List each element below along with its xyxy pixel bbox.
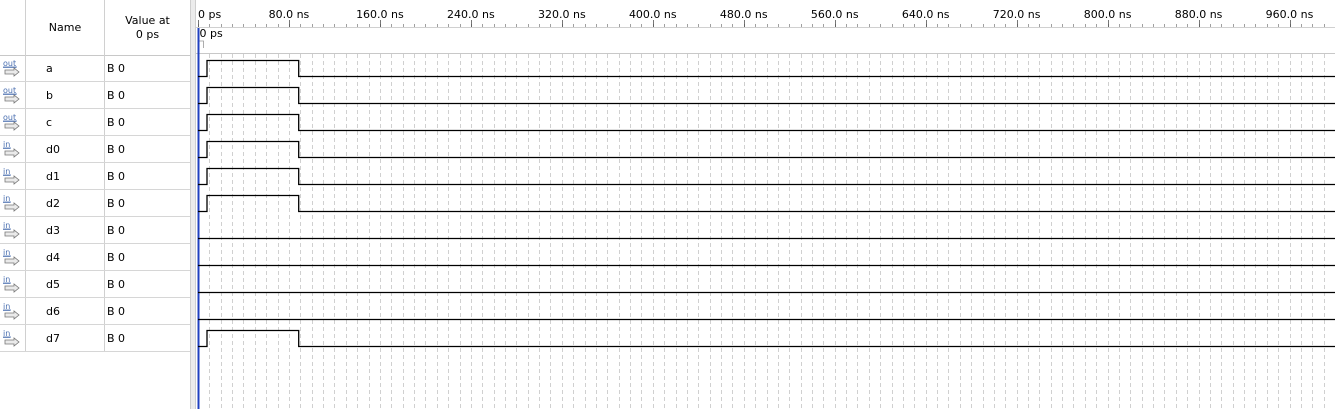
signal-name: a — [46, 62, 53, 75]
value-column-label-line1: Value at — [125, 13, 170, 27]
ruler-tick-label: 880.0 ns — [1175, 8, 1223, 21]
ruler-tick-label: 320.0 ns — [538, 8, 586, 21]
output-pin-icon: out — [2, 58, 22, 78]
signal-name: b — [46, 89, 53, 102]
ruler-tick-label: 480.0 ns — [720, 8, 768, 21]
value-column-header[interactable]: Value at 0 ps — [105, 0, 190, 55]
signal-name: d3 — [46, 224, 60, 237]
signal-value: B 0 — [107, 62, 126, 75]
signal-row[interactable]: out a B 0 — [0, 55, 190, 82]
ruler-tick-label: 80.0 ns — [269, 8, 310, 21]
waveform-area[interactable]: 0 ps 80.0 ns 160.0 ns 240.0 ns 320.0 ns 400.0… — [196, 0, 1335, 409]
signal-list-panel: Name Value at 0 ps out a B 0 out b B 0 out c B 0… — [0, 0, 190, 409]
ruler-tick-label: 960.0 ns — [1266, 8, 1314, 21]
ruler-tick-label: 240.0 ns — [447, 8, 495, 21]
signal-row[interactable]: out b B 0 — [0, 82, 190, 109]
signal-value: B 0 — [107, 278, 126, 291]
input-pin-icon: in — [2, 193, 22, 213]
ruler-tick-label: 400.0 ns — [629, 8, 677, 21]
ruler-tick-label: 800.0 ns — [1084, 8, 1132, 21]
signal-row[interactable]: in d7 B 0 — [0, 325, 190, 352]
ruler-tick-label: 560.0 ns — [811, 8, 859, 21]
signal-name: d5 — [46, 278, 60, 291]
output-pin-icon: out — [2, 85, 22, 105]
input-pin-icon: in — [2, 139, 22, 159]
input-pin-icon: in — [2, 247, 22, 267]
ruler-tick-label: 640.0 ns — [902, 8, 950, 21]
signal-name: d2 — [46, 197, 60, 210]
cursor-time-label: 0 ps — [200, 27, 223, 40]
signal-row[interactable]: in d1 B 0 — [0, 163, 190, 190]
signal-list-header: Name Value at 0 ps — [0, 0, 190, 56]
input-pin-icon: in — [2, 274, 22, 294]
signal-value: B 0 — [107, 197, 126, 210]
ruler-tick-label: 0 ps — [198, 8, 221, 21]
signal-waveform[interactable] — [198, 113, 1335, 132]
signal-name: d7 — [46, 332, 60, 345]
signal-value: B 0 — [107, 305, 126, 318]
name-column-header[interactable]: Name — [26, 0, 104, 55]
signal-value: B 0 — [107, 143, 126, 156]
input-pin-icon: in — [2, 166, 22, 186]
ruler-tick-label: 160.0 ns — [356, 8, 404, 21]
signal-name: d6 — [46, 305, 60, 318]
signal-value: B 0 — [107, 251, 126, 264]
input-pin-icon: in — [2, 328, 22, 348]
input-pin-icon: in — [2, 301, 22, 321]
signal-row[interactable]: in d2 B 0 — [0, 190, 190, 217]
signal-value: B 0 — [107, 332, 126, 345]
signal-value: B 0 — [107, 224, 126, 237]
input-pin-icon: in — [2, 220, 22, 240]
signal-name: d4 — [46, 251, 60, 264]
signal-name: d1 — [46, 170, 60, 183]
signal-value: B 0 — [107, 89, 126, 102]
signal-name: c — [46, 116, 53, 129]
signal-row[interactable]: in d4 B 0 — [0, 244, 190, 271]
signal-value: B 0 — [107, 170, 126, 183]
signal-value: B 0 — [107, 116, 126, 129]
signal-row[interactable]: in d3 B 0 — [0, 217, 190, 244]
output-pin-icon: out — [2, 112, 22, 132]
signal-name: d0 — [46, 143, 60, 156]
signal-row[interactable]: in d5 B 0 — [0, 271, 190, 298]
signal-row[interactable]: in d0 B 0 — [0, 136, 190, 163]
value-column-label-line2: 0 ps — [135, 27, 160, 41]
ruler-tick-label: 720.0 ns — [993, 8, 1041, 21]
signal-row[interactable]: in d6 B 0 — [0, 298, 190, 325]
name-column-label: Name — [48, 21, 82, 34]
signal-row[interactable]: out c B 0 — [0, 109, 190, 136]
